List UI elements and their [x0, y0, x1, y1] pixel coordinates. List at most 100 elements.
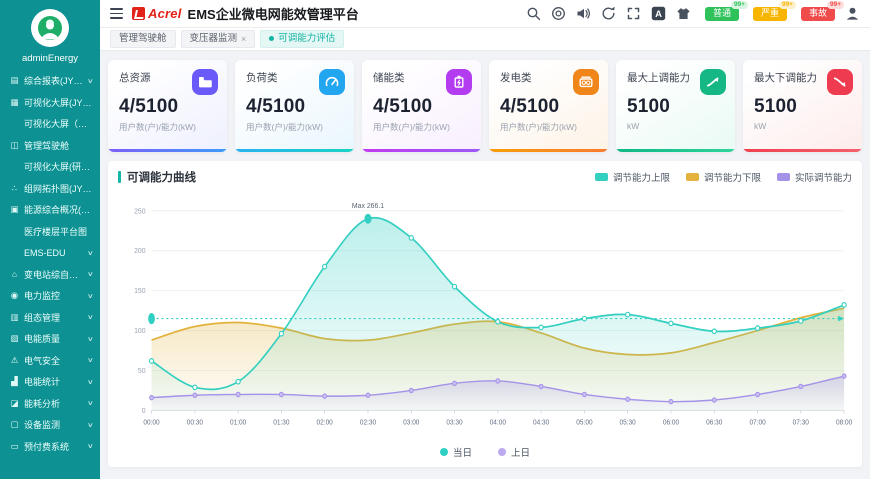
svg-text:06:30: 06:30	[706, 419, 722, 426]
alarm-badge-3[interactable]: 事故99+	[801, 7, 835, 21]
alarm-badge-2[interactable]: 严重99+	[753, 7, 787, 21]
legend-swatch	[686, 173, 699, 181]
legend-item-2[interactable]: 调节能力下限	[686, 170, 761, 184]
sidebar-item-label: 设备监测	[24, 418, 60, 431]
legend-item-3[interactable]: 实际调节能力	[777, 170, 852, 184]
app-root: adminEnergy ▤综合报表(JY工厂)∨▦可视化大屏(JY工厂)可视化大…	[0, 0, 870, 479]
device-monitor-icon: ▢	[9, 419, 20, 430]
svg-text:05:00: 05:00	[576, 419, 592, 426]
generator-icon	[573, 69, 599, 95]
max-annotation: Max 266.1	[352, 201, 384, 210]
svg-text:01:30: 01:30	[273, 419, 289, 426]
substation-icon: ⌂	[9, 269, 20, 279]
sidebar-item-label: 电能统计	[24, 375, 60, 388]
overview-icon: ▣	[9, 204, 20, 215]
stat-card-unit: 用户数(户)/能力(kW)	[373, 121, 470, 133]
report-icon: ▤	[9, 75, 20, 86]
sidebar-item-label: 能耗分析	[24, 397, 60, 410]
sidebar-item-1[interactable]: ▤ 综合报表(JY工厂)∨	[0, 70, 100, 92]
svg-text:00:30: 00:30	[187, 419, 203, 426]
menu-toggle-icon[interactable]	[110, 8, 123, 19]
stat-card-2: 负荷类4/5100用户数(户)/能力(kW)	[235, 60, 354, 152]
svg-text:01:00: 01:00	[230, 419, 246, 426]
cockpit-icon: ◫	[9, 140, 20, 151]
chevron-down-icon: ∨	[87, 421, 94, 429]
sidebar-item-18[interactable]: ▭预付费系统∨	[0, 436, 100, 458]
topbar-actions: A 普通99+ 严重99+ 事故99+	[526, 6, 860, 21]
language-icon[interactable]: A	[651, 6, 666, 21]
svg-text:100: 100	[134, 326, 146, 335]
sidebar-item-11[interactable]: ◉电力监控∨	[0, 285, 100, 307]
user-icon[interactable]	[845, 6, 860, 21]
acrel-logo: Acrel	[132, 6, 182, 21]
chevron-down-icon: ∨	[87, 77, 94, 85]
power-quality-icon: ▧	[9, 333, 20, 344]
svg-text:02:00: 02:00	[317, 419, 333, 426]
page-title: EMS企业微电网能效管理平台	[188, 4, 359, 23]
svg-text:06:00: 06:00	[663, 419, 679, 426]
username: adminEnergy	[0, 53, 100, 64]
sidebar-item-10[interactable]: ⌂变电站综自系统∨	[0, 264, 100, 286]
sidebar-item-4[interactable]: ◫ 管理驾驶舱	[0, 135, 100, 157]
energy-stats-icon: ▟	[9, 376, 20, 387]
chevron-down-icon: ∨	[87, 442, 94, 450]
tab-close-icon[interactable]: ×	[241, 34, 246, 45]
sidebar-item-17[interactable]: ▢ 设备监测 ∨	[0, 414, 100, 436]
alarm-badge-1[interactable]: 普通99+	[705, 7, 739, 21]
legend-bottom-item-1[interactable]: 当日	[440, 445, 472, 459]
theme-circle-icon[interactable]	[551, 6, 566, 21]
search-icon[interactable]	[526, 6, 541, 21]
sidebar-item-5[interactable]: 可视化大屏(研究院)	[0, 156, 100, 178]
sidebar-item-label: 管理驾驶舱	[24, 139, 69, 152]
engineer-avatar-icon	[37, 15, 63, 41]
sidebar-item-6[interactable]: ∴组网拓扑图(JY工厂)	[0, 178, 100, 200]
svg-text:03:30: 03:30	[446, 419, 462, 426]
chevron-down-icon: ∨	[87, 335, 94, 343]
avatar[interactable]	[31, 9, 69, 47]
sidebar-item-2[interactable]: ▦可视化大屏(JY工厂)	[0, 92, 100, 114]
chart-legend-top: 调节能力上限 调节能力下限 实际调节能力	[595, 170, 852, 184]
sidebar-item-15[interactable]: ▟电能统计∨	[0, 371, 100, 393]
brand-name: Acrel	[148, 6, 182, 21]
legend-item-1[interactable]: 调节能力上限	[595, 170, 670, 184]
volume-icon[interactable]	[576, 6, 591, 21]
screen-icon: ▦	[9, 97, 20, 108]
sidebar-item-7[interactable]: ▣能源综合概况(JY工厂)	[0, 199, 100, 221]
alarm-badge-count: 99+	[731, 1, 748, 10]
svg-text:03:00: 03:00	[403, 419, 419, 426]
sidebar-item-label: 电力监控	[24, 289, 60, 302]
tab-2[interactable]: 变压器监测×	[181, 30, 256, 47]
svg-text:07:00: 07:00	[749, 419, 765, 426]
svg-text:0: 0	[142, 406, 146, 415]
sidebar-item-3[interactable]: 可视化大屏（新版）	[0, 113, 100, 135]
power-monitor-icon: ◉	[9, 290, 20, 301]
alarm-badge-label: 普通	[713, 8, 731, 18]
sidebar-item-label: 综合报表(JY工厂)	[24, 74, 84, 87]
sidebar-item-8[interactable]: 医疗楼层平台图	[0, 221, 100, 243]
active-tab-dot	[269, 36, 274, 41]
stat-card-accent-bar	[362, 149, 481, 152]
stat-card-value: 4/5100	[500, 96, 597, 118]
refresh-icon[interactable]	[601, 6, 616, 21]
title-accent-bar	[118, 171, 121, 183]
legend-dot	[440, 448, 448, 456]
legend-swatch	[595, 173, 608, 181]
sidebar-item-13[interactable]: ▧电能质量∨	[0, 328, 100, 350]
skin-icon[interactable]	[676, 6, 691, 21]
sidebar-item-label: 可视化大屏(研究院)	[24, 160, 93, 173]
legend-bottom-item-2[interactable]: 上日	[498, 445, 530, 459]
sidebar-item-12[interactable]: ▥组态管理∨	[0, 307, 100, 329]
capacity-chart: 05010015020025000:0000:3001:0001:3002:00…	[118, 189, 852, 443]
fullscreen-icon[interactable]	[626, 6, 641, 21]
chevron-down-icon: ∨	[87, 399, 94, 407]
sidebar-item-16[interactable]: ◪能耗分析∨	[0, 393, 100, 415]
svg-text:07:30: 07:30	[793, 419, 809, 426]
topology-icon: ∴	[9, 183, 20, 194]
sidebar-item-9[interactable]: EMS-EDU∨	[0, 242, 100, 264]
sidebar-item-14[interactable]: ⚠电气安全∨	[0, 350, 100, 372]
tab-3[interactable]: 可调能力评估	[260, 30, 344, 47]
tab-1[interactable]: 管理驾驶舱	[110, 30, 176, 47]
stat-card-1: 总资源4/5100用户数(户)/能力(kW)	[108, 60, 227, 152]
sidebar-menu: ▤综合报表(JY工厂)∨▦可视化大屏(JY工厂)可视化大屏（新版）◫管理驾驶舱可…	[0, 68, 100, 479]
section-title: 可调能力曲线	[127, 169, 196, 185]
